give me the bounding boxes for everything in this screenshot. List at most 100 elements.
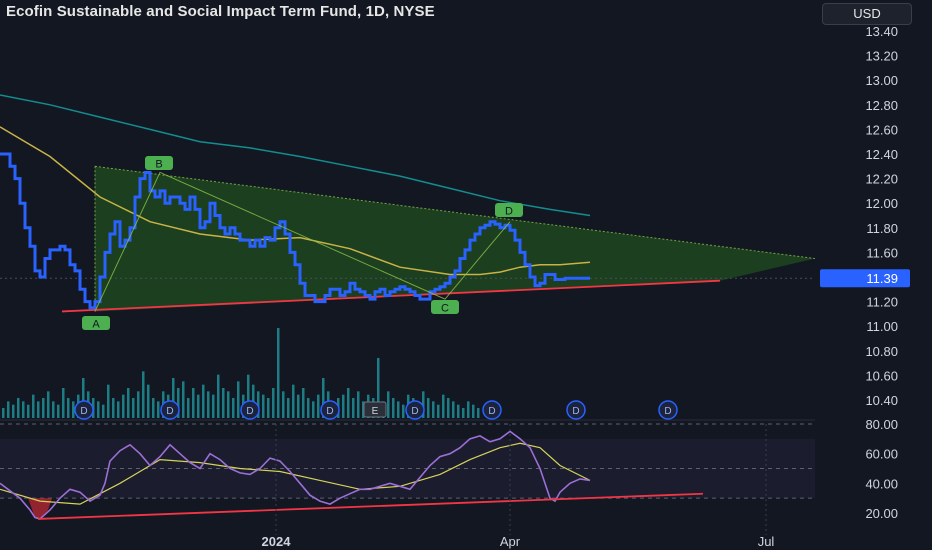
time-axis-tick: Jul <box>758 534 775 549</box>
volume-bar <box>297 394 300 418</box>
time-axis-tick: Apr <box>500 534 521 549</box>
last-price-label: 11.39 <box>866 271 898 286</box>
volume-bar <box>37 401 40 418</box>
rsi-axis-tick: 20.00 <box>865 506 898 521</box>
volume-bar <box>312 401 315 418</box>
volume-bar <box>447 398 450 418</box>
volume-bar <box>472 404 475 418</box>
volume-bar <box>397 401 400 418</box>
rsi-axis-tick: 40.00 <box>865 476 898 491</box>
volume-bar <box>182 381 185 418</box>
volume-bar <box>197 394 200 418</box>
volume-bar <box>22 401 25 418</box>
volume-bar <box>57 404 60 418</box>
volume-bar <box>192 388 195 418</box>
volume-bar <box>477 408 480 418</box>
price-axis-tick: 10.80 <box>865 344 898 359</box>
volume-bar <box>277 328 280 418</box>
dividend-marker-label: D <box>80 406 87 417</box>
dividend-marker-label: D <box>572 406 579 417</box>
volume-bar <box>432 401 435 418</box>
price-axis-tick: 11.00 <box>866 319 898 334</box>
pattern-label-c: C <box>441 303 449 315</box>
volume-bar <box>212 394 215 418</box>
volume-bar <box>292 384 295 418</box>
dividend-marker-label: D <box>326 406 333 417</box>
volume-bar <box>452 401 455 418</box>
volume-bar <box>342 394 345 418</box>
volume-bar <box>347 388 350 418</box>
earnings-marker-label: E <box>372 406 379 417</box>
volume-bar <box>287 398 290 418</box>
volume-bar <box>437 404 440 418</box>
volume-bar <box>147 384 150 418</box>
volume-bar <box>42 398 45 418</box>
volume-bar <box>62 388 65 418</box>
price-axis-tick: 13.40 <box>865 24 898 39</box>
volume-bar <box>402 404 405 418</box>
volume-bar <box>47 391 50 418</box>
volume-bar <box>392 398 395 418</box>
price-axis-tick: 12.20 <box>865 172 898 187</box>
price-axis-tick: 12.60 <box>865 122 898 137</box>
volume-bar <box>467 401 470 418</box>
volume-bar <box>442 394 445 418</box>
volume-bar <box>387 391 390 418</box>
price-axis-tick: 13.20 <box>865 49 898 64</box>
volume-bar <box>282 391 285 418</box>
dividend-marker-label: D <box>664 406 671 417</box>
chart-canvas[interactable]: A B C D D D D D D D D D E 13.40 13.20 13.00 12.80 12.60 12… <box>0 0 932 550</box>
volume-bar <box>122 394 125 418</box>
volume-bar <box>127 388 130 418</box>
volume-bar <box>117 401 120 418</box>
volume-bar <box>157 401 160 418</box>
volume-bar <box>187 398 190 418</box>
rsi-axis-tick: 60.00 <box>865 447 898 462</box>
volume-bar <box>462 408 465 418</box>
volume-bar <box>12 404 15 418</box>
volume-bar <box>67 398 70 418</box>
volume-bar <box>202 384 205 418</box>
triangle-pattern-area <box>95 166 815 312</box>
volume-bar <box>302 388 305 418</box>
price-axis-tick: 10.40 <box>865 393 898 408</box>
volume-bar <box>27 404 30 418</box>
rsi-axis-tick: 80.00 <box>865 417 898 432</box>
volume-bar <box>217 374 220 418</box>
dividend-marker-label: D <box>246 406 253 417</box>
volume-bar <box>307 398 310 418</box>
dividend-marker-label: D <box>488 406 495 417</box>
volume-bar <box>132 398 135 418</box>
volume-bar <box>2 408 5 418</box>
volume-bar <box>152 398 155 418</box>
volume-bar <box>207 391 210 418</box>
price-axis-tick: 12.00 <box>865 196 898 211</box>
volume-bar <box>32 394 35 418</box>
pattern-label-b: B <box>155 159 162 171</box>
volume-bar <box>102 404 105 418</box>
volume-bar <box>72 401 75 418</box>
dividend-marker-label: D <box>166 406 173 417</box>
volume-bar <box>227 391 230 418</box>
dividend-marker-label: D <box>411 406 418 417</box>
volume-bar <box>107 384 110 418</box>
volume-bar <box>232 398 235 418</box>
volume-bar <box>52 401 55 418</box>
volume-bar <box>317 394 320 418</box>
price-axis-tick: 12.80 <box>865 98 898 113</box>
price-axis-tick: 13.00 <box>865 73 898 88</box>
volume-bar <box>357 391 360 418</box>
price-axis-tick: 11.60 <box>866 245 898 260</box>
time-axis-tick: 2024 <box>262 534 292 549</box>
volume-bar <box>272 388 275 418</box>
volume-bar <box>262 394 265 418</box>
price-axis-tick: 11.20 <box>866 295 898 310</box>
volume-bar <box>352 398 355 418</box>
volume-bar <box>427 398 430 418</box>
price-axis-tick: 11.80 <box>866 221 898 236</box>
volume-bar <box>97 401 100 418</box>
volume-bar <box>17 398 20 418</box>
volume-bar <box>112 398 115 418</box>
pattern-label-d: D <box>505 206 513 218</box>
volume-bar <box>137 391 140 418</box>
